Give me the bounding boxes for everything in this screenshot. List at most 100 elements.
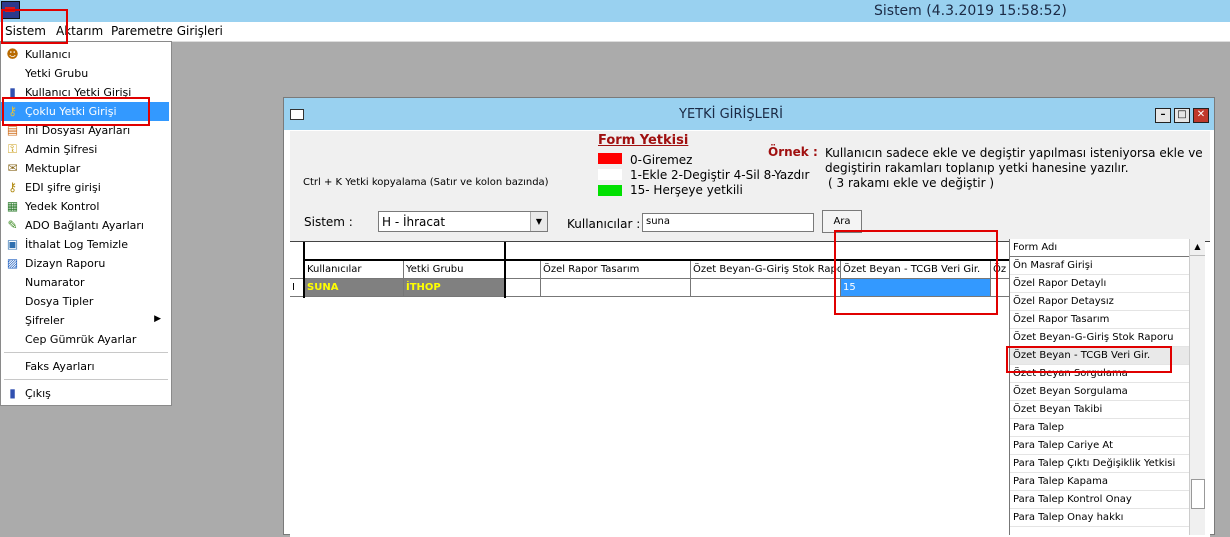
legend-text-herseye: 15- Herşeye yetkili	[630, 183, 743, 197]
list-item[interactable]: Para Talep Cariye At	[1010, 437, 1190, 455]
list-item[interactable]: Özet Beyan Takibi	[1010, 401, 1190, 419]
close-button[interactable]: ✕	[1193, 108, 1209, 123]
legend-swatch-white	[598, 169, 622, 180]
window-title: Sistem (4.3.2019 15:58:52)	[874, 3, 1067, 19]
grid-data-row: I SUNA İTHOP 15	[290, 279, 1020, 297]
kullanicilar-label: Kullanıcılar :	[567, 217, 641, 231]
grid-header-row: Kullanıcılar Yetki Grubu Özel Rapor Tasa…	[290, 261, 1020, 279]
list-item[interactable]: Özet Beyan Sorgulama	[1010, 365, 1190, 383]
list-item[interactable]: Para Talep Çıktı Değişiklik Yetkisi	[1010, 455, 1190, 473]
edi-key-icon: ⚷	[8, 180, 17, 194]
col-header-kullanicilar[interactable]: Kullanıcılar	[305, 261, 404, 279]
col-header-ozel-rapor-tasarim[interactable]: Özel Rapor Tasarım	[541, 261, 691, 279]
legend-text-giremez: 0-Giremez	[630, 153, 693, 167]
grid-vertical-divider	[303, 242, 305, 298]
list-item[interactable]: Para Talep	[1010, 419, 1190, 437]
menu-item-coklu-yetki-girisi[interactable]: ⚷ Çoklu Yetki Girişi	[1, 102, 169, 121]
list-item[interactable]: Özel Rapor Tasarım	[1010, 311, 1190, 329]
menu-bar: Sistem Aktarım Paremetre Girişleri	[0, 22, 1230, 42]
form-list-scrollbar[interactable]: ▲	[1189, 239, 1205, 535]
col-header-ozet-beyan-stok[interactable]: Özet Beyan-G-Giriş Stok Rapor	[691, 261, 841, 279]
cell-oz[interactable]	[991, 279, 1011, 297]
menu-aktarim[interactable]: Aktarım	[56, 24, 103, 38]
cell-empty[interactable]	[505, 279, 541, 297]
sistem-label: Sistem :	[304, 215, 353, 229]
menu-separator	[4, 379, 168, 380]
dialog-icon[interactable]	[290, 109, 304, 120]
cell-ozet-beyan-tcgb[interactable]: 15	[841, 279, 991, 297]
grid-header-divider	[303, 259, 1013, 261]
menu-item-dizayn-raporu[interactable]: ▨ Dizayn Raporu	[1, 254, 169, 273]
menu-item-cikis[interactable]: ▮ Çıkış	[1, 384, 169, 403]
col-header-oz[interactable]: Öz	[991, 261, 1011, 279]
app-icon[interactable]	[1, 1, 20, 19]
form-adi-header: Form Adı	[1010, 239, 1190, 257]
menu-item-numarator[interactable]: Numarator	[1, 273, 169, 292]
legend-swatch-red	[598, 153, 622, 164]
list-item[interactable]: Özet Beyan Sorgulama	[1010, 383, 1190, 401]
report-icon: ▨	[6, 256, 19, 270]
col-header-ozet-beyan-tcgb[interactable]: Özet Beyan - TCGB Veri Gir.	[841, 261, 991, 279]
backup-icon: ▦	[6, 199, 19, 213]
menu-item-cep-gumruk-ayarlar[interactable]: Cep Gümrük Ayarlar	[1, 330, 169, 349]
col-header-empty[interactable]	[505, 261, 541, 279]
ara-button[interactable]: Ara	[822, 210, 862, 233]
menu-item-dosya-tipler[interactable]: Dosya Tipler	[1, 292, 169, 311]
sistem-combo[interactable]: H - İhracat ▼	[378, 211, 548, 232]
menu-separator	[4, 352, 168, 353]
copy-hint: Ctrl + K Yetki kopyalama (Satır ve kolon…	[303, 177, 549, 188]
list-item-selected[interactable]: Özet Beyan - TCGB Veri Gir.	[1010, 347, 1190, 365]
cell-ozet-beyan-stok[interactable]	[691, 279, 841, 297]
legend-swatch-green	[598, 185, 622, 196]
menu-item-yetki-grubu[interactable]: Yetki Grubu	[1, 64, 169, 83]
sistem-dropdown-menu: ☻ Kullanıcı Yetki Grubu ▮ Kullanıcı Yetki …	[0, 41, 172, 406]
form-yetkisi-title: Form Yetkisi	[598, 133, 689, 148]
list-item[interactable]: Özel Rapor Detaysız	[1010, 293, 1190, 311]
dialog-title-bar: YETKİ GİRİŞLERİ – □ ✕	[284, 98, 1214, 130]
menu-item-sifreler[interactable]: Şifreler ▶	[1, 311, 169, 330]
scroll-up-icon[interactable]: ▲	[1190, 239, 1205, 256]
letter-icon: ✉	[7, 161, 18, 175]
menu-item-mektuplar[interactable]: ✉ Mektuplar	[1, 159, 169, 178]
col-header-yetki-grubu[interactable]: Yetki Grubu	[404, 261, 505, 279]
minimize-button[interactable]: –	[1155, 108, 1171, 123]
menu-item-yedek-kontrol[interactable]: ▦ Yedek Kontrol	[1, 197, 169, 216]
menu-item-admin-sifresi[interactable]: ⚿ Admin Şifresi	[1, 140, 169, 159]
cell-user[interactable]: SUNA	[305, 279, 404, 297]
dialog-body: Form Yetkisi 0-Giremez 1-Ekle 2-Degiştir…	[290, 131, 1210, 537]
menu-item-ini-dosyasi-ayarlari[interactable]: ▤ Ini Dosyası Ayarları	[1, 121, 169, 140]
cell-ozel-rapor-tasarim[interactable]	[541, 279, 691, 297]
list-item[interactable]: Ön Masraf Girişi	[1010, 257, 1190, 275]
menu-item-kullanici-yetki-girisi[interactable]: ▮ Kullanıcı Yetki Girişi	[1, 83, 169, 102]
kullanicilar-input[interactable]: suna	[642, 213, 814, 232]
title-bar: Sistem (4.3.2019 15:58:52)	[0, 0, 1230, 22]
connection-icon: ✎	[7, 218, 18, 232]
ornek-text: Kullanıcın sadece ekle ve degiştir yapıl…	[825, 146, 1203, 190]
scroll-thumb[interactable]	[1191, 479, 1205, 509]
ini-file-icon: ▤	[6, 123, 19, 137]
menu-item-kullanici[interactable]: ☻ Kullanıcı	[1, 45, 169, 64]
grid-vertical-divider	[504, 242, 506, 298]
maximize-button[interactable]: □	[1174, 108, 1190, 123]
list-item[interactable]: Para Talep Kapama	[1010, 473, 1190, 491]
multi-key-icon: ⚷	[8, 104, 17, 118]
menu-item-faks-ayarlari[interactable]: Faks Ayarları	[1, 357, 169, 376]
cell-group[interactable]: İTHOP	[404, 279, 505, 297]
exit-icon: ▮	[9, 386, 16, 400]
dropdown-arrow-icon[interactable]: ▼	[530, 212, 547, 231]
menu-item-ithalat-log-temizle[interactable]: ▣ İthalat Log Temizle	[1, 235, 169, 254]
list-item[interactable]: Para Talep Onay hakkı	[1010, 509, 1190, 527]
user-key-icon: ▮	[9, 85, 16, 99]
yetki-girisleri-dialog: YETKİ GİRİŞLERİ – □ ✕ Form Yetkisi 0-Gir…	[283, 97, 1215, 537]
list-item[interactable]: Özel Rapor Detaylı	[1010, 275, 1190, 293]
form-adi-list: Form Adı Ön Masraf Girişi Özel Rapor Det…	[1009, 239, 1205, 535]
list-item[interactable]: Para Talep Kontrol Onay	[1010, 491, 1190, 509]
list-item[interactable]: Özet Beyan-G-Giriş Stok Raporu	[1010, 329, 1190, 347]
menu-item-ado-baglanti-ayarlari[interactable]: ✎ ADO Bağlantı Ayarları	[1, 216, 169, 235]
legend-text-ekle: 1-Ekle 2-Degiştir 4-Sil 8-Yazdır	[630, 168, 810, 182]
menu-sistem[interactable]: Sistem	[5, 24, 46, 38]
menu-parametre-girisleri[interactable]: Paremetre Girişleri	[111, 24, 223, 38]
menu-item-edi-sifre-girisi[interactable]: ⚷ EDI şifre girişi	[1, 178, 169, 197]
key-icon: ⚿	[7, 142, 18, 156]
ornek-label: Örnek :	[768, 145, 818, 159]
